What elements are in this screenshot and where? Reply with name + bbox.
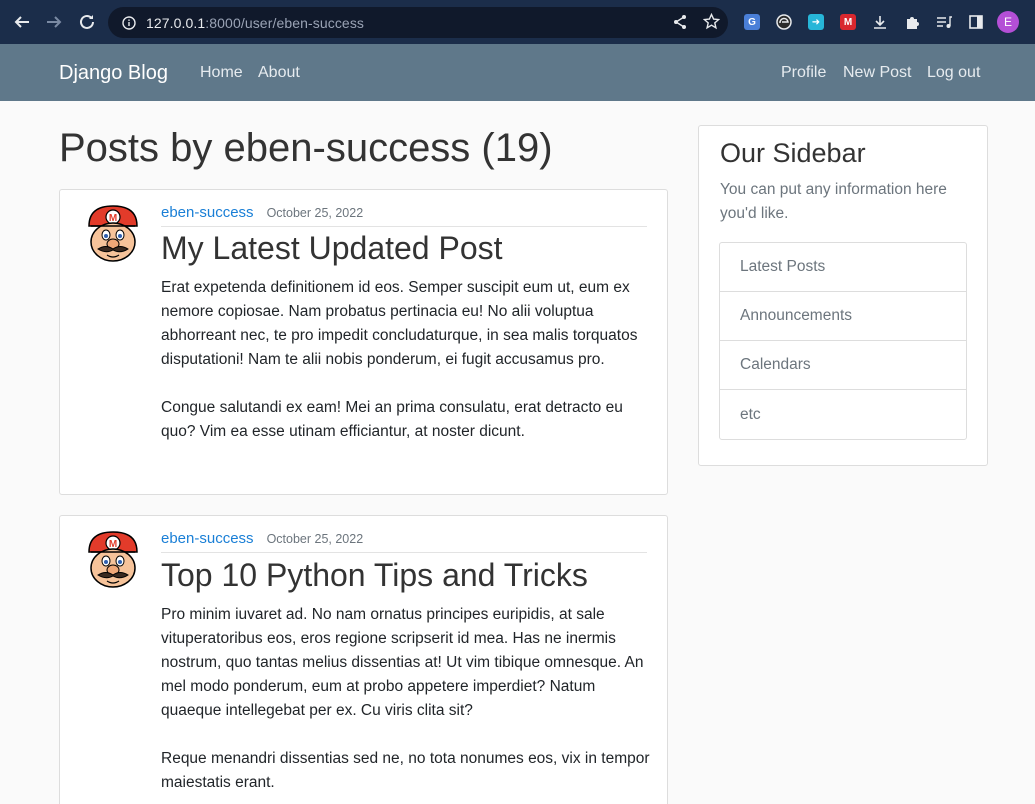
profile-avatar[interactable]: E xyxy=(997,11,1019,33)
meta-divider xyxy=(161,226,647,227)
post-date: October 25, 2022 xyxy=(266,532,364,546)
post-card: M eben-success October 25, 2022 Top 10 P… xyxy=(59,515,668,804)
sidebar-item-calendars[interactable]: Calendars xyxy=(720,341,966,390)
forward-arrow-icon[interactable] xyxy=(44,12,64,32)
share-icon[interactable] xyxy=(672,14,688,35)
sidebar-item-latest-posts[interactable]: Latest Posts xyxy=(720,243,966,292)
post-content: Pro minim iuvaret ad. No nam ornatus pri… xyxy=(161,603,651,804)
url-host: 127.0.0.1 xyxy=(146,14,206,31)
browser-toolbar: 127.0.0.1:8000/user/eben-success G ➜ M E xyxy=(0,0,1035,44)
download-icon[interactable] xyxy=(871,13,889,31)
sidebar-title: Our Sidebar xyxy=(720,138,866,168)
post-meta: eben-success October 25, 2022 xyxy=(161,530,363,547)
url-text: 127.0.0.1:8000/user/eben-success xyxy=(146,15,364,31)
post-paragraph: Congue salutandi ex eam! Mei an prima co… xyxy=(161,399,623,440)
url-path: :8000/user/eben-success xyxy=(205,14,365,31)
post-date: October 25, 2022 xyxy=(266,206,364,220)
nav-about-link[interactable]: About xyxy=(258,64,300,82)
post-paragraph: Pro minim iuvaret ad. No nam ornatus pri… xyxy=(161,606,644,719)
mega-extension-icon[interactable]: M xyxy=(839,13,857,31)
sidebar: Our Sidebar You can put any information … xyxy=(698,125,988,466)
nav-home-link[interactable]: Home xyxy=(200,64,243,82)
nav-new-post-link[interactable]: New Post xyxy=(843,64,911,82)
brand-link[interactable]: Django Blog xyxy=(59,62,168,85)
post-title-link[interactable]: My Latest Updated Post xyxy=(161,230,503,267)
sidebar-item-etc[interactable]: etc xyxy=(720,390,966,439)
post-author-link[interactable]: eben-success xyxy=(161,530,254,547)
post-card: M eben-success October 25, 2022 My Lates… xyxy=(59,189,668,495)
info-icon[interactable] xyxy=(122,15,136,30)
post-paragraph: Erat expetenda definitionem id eos. Semp… xyxy=(161,279,638,368)
address-bar[interactable]: 127.0.0.1:8000/user/eben-success xyxy=(108,7,728,38)
back-arrow-icon[interactable] xyxy=(12,12,32,32)
reload-icon[interactable] xyxy=(77,12,97,32)
post-meta: eben-success October 25, 2022 xyxy=(161,204,363,221)
post-author-link[interactable]: eben-success xyxy=(161,204,254,221)
arrow-extension-icon[interactable]: ➜ xyxy=(807,13,825,31)
bookmark-star-icon[interactable] xyxy=(702,12,721,35)
puzzle-extensions-icon[interactable] xyxy=(903,13,921,31)
site-navbar: Django Blog Home About Profile New Post … xyxy=(0,44,1035,101)
page-title: Posts by eben-success (19) xyxy=(59,126,553,170)
sidebar-description: You can put any information here you'd l… xyxy=(720,181,947,222)
sidebar-list: Latest Posts Announcements Calendars etc xyxy=(719,242,967,440)
sidebar-item-announcements[interactable]: Announcements xyxy=(720,292,966,341)
mario-avatar-icon: M xyxy=(88,205,138,262)
post-paragraph: Reque menandri dissentias sed ne, no tot… xyxy=(161,750,650,791)
post-title-link[interactable]: Top 10 Python Tips and Tricks xyxy=(161,557,588,594)
media-queue-icon[interactable] xyxy=(935,13,953,31)
translate-extension-icon[interactable]: G xyxy=(743,13,761,31)
nav-profile-link[interactable]: Profile xyxy=(781,64,826,82)
post-content: Erat expetenda definitionem id eos. Semp… xyxy=(161,276,651,468)
side-panel-icon[interactable] xyxy=(967,13,985,31)
mario-avatar-icon: M xyxy=(88,531,138,588)
meta-divider xyxy=(161,552,647,553)
nav-logout-link[interactable]: Log out xyxy=(927,64,980,82)
edge-extension-icon[interactable] xyxy=(775,13,793,31)
